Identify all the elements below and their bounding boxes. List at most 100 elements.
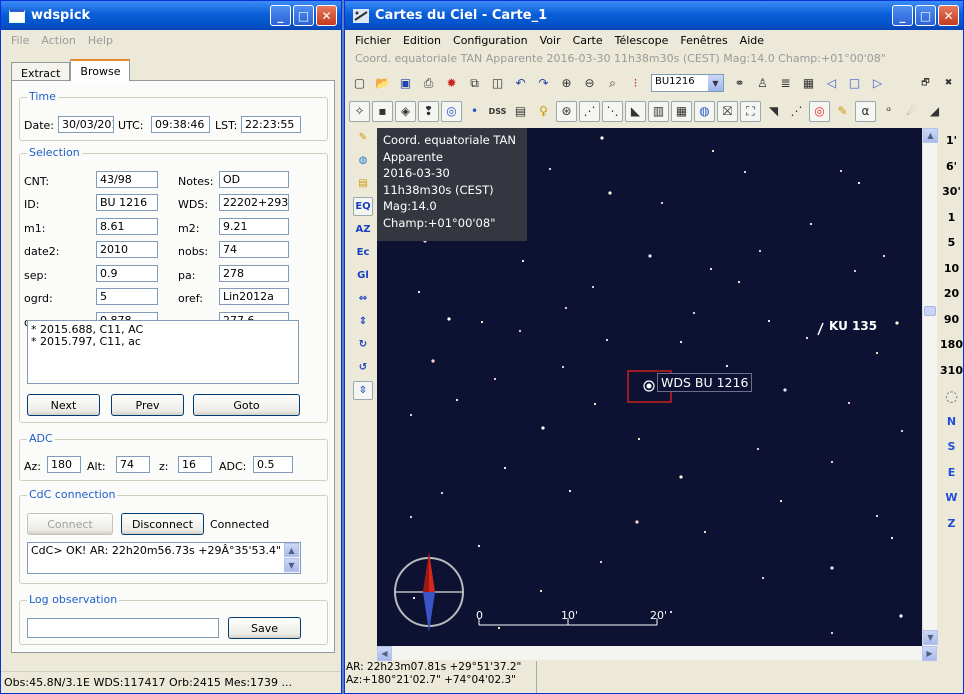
previous-icon[interactable]: ◁ <box>821 73 842 94</box>
settings-icon[interactable]: ✹ <box>441 73 462 94</box>
ecliptic-mode-button[interactable]: Ec <box>353 243 373 262</box>
menu-action[interactable]: Action <box>35 34 81 47</box>
scroll-down-icon[interactable]: ▼ <box>284 558 299 572</box>
horizon-icon[interactable]: ⛝ <box>717 100 738 122</box>
field-value[interactable]: 278 <box>219 265 289 282</box>
greek-labels-icon[interactable]: ᵅ <box>878 101 899 122</box>
z-field[interactable]: 16 <box>178 456 212 473</box>
bulb-icon[interactable]: ♀ <box>533 101 554 122</box>
adc-field[interactable]: 0.5 <box>253 456 293 473</box>
alt-field[interactable]: 74 <box>116 456 150 473</box>
stop-icon[interactable]: □ <box>844 73 865 94</box>
field-value[interactable]: 74 <box>219 241 289 258</box>
flip-horizontal-icon[interactable]: ⇔ <box>353 289 373 308</box>
tab-browse[interactable]: Browse <box>70 59 131 81</box>
notes-icon[interactable]: ▤ <box>353 174 373 193</box>
scroll-down-icon[interactable]: ▼ <box>923 630 938 645</box>
zenith-button[interactable]: Z <box>948 511 956 537</box>
scrollbar-thumb[interactable] <box>924 306 936 316</box>
tab-extract[interactable]: Extract <box>11 62 71 81</box>
image-icon[interactable]: ▤ <box>510 101 531 122</box>
disconnect-button[interactable]: Disconnect <box>121 513 204 535</box>
lst-field[interactable]: 22:23:55 <box>241 116 301 133</box>
planet-icon[interactable]: • <box>464 101 485 122</box>
maximize-button[interactable]: □ <box>915 5 936 26</box>
south-button[interactable]: S <box>948 434 956 460</box>
triangle-icon[interactable]: ◢ <box>924 101 945 122</box>
fov-180deg-button[interactable]: 180 <box>940 332 963 358</box>
eq-grid-icon[interactable]: ▦ <box>671 100 692 122</box>
night-vision-icon[interactable]: ✧ <box>349 100 370 122</box>
satellite-icon[interactable]: ☄ <box>901 101 922 122</box>
search-combo[interactable]: BU1216 ▼ <box>651 74 724 92</box>
menu-configuration[interactable]: Configuration <box>447 34 534 47</box>
zoom-icon[interactable]: ⌕ <box>602 73 623 94</box>
globe-icon[interactable]: ◍ <box>353 151 373 170</box>
date-field[interactable]: 30/03/201( <box>58 116 114 133</box>
new-chart-icon[interactable]: ▢ <box>349 73 370 94</box>
field-value[interactable]: 0.9 <box>96 265 158 282</box>
fov-90deg-button[interactable]: 90 <box>944 307 959 333</box>
scroll-up-icon[interactable]: ▲ <box>284 543 299 557</box>
connect-button[interactable]: Connect <box>27 513 113 535</box>
target-icon[interactable]: ◎ <box>809 100 830 122</box>
az-field[interactable]: 180 <box>47 456 81 473</box>
chevron-down-icon[interactable]: ▼ <box>708 75 723 91</box>
restore-icon[interactable]: 🗗 <box>915 73 936 94</box>
observer-icon[interactable]: ♙ <box>752 73 773 94</box>
print-icon[interactable]: ⎙ <box>418 73 439 94</box>
minimize-button[interactable]: _ <box>270 5 291 26</box>
field-value[interactable]: 43/98 <box>96 171 158 188</box>
menu-telescope[interactable]: Télescope <box>609 34 675 47</box>
nebula-icon[interactable]: ◈ <box>395 100 416 122</box>
sky-chart[interactable]: Coord. equatoriale TAN Apparente 2016-03… <box>377 128 922 646</box>
zoom-out-icon[interactable]: ⊖ <box>579 73 600 94</box>
binoculars-icon[interactable]: ⚭ <box>729 73 750 94</box>
open-folder-icon[interactable]: 📂 <box>372 73 393 94</box>
constellation-boundary-icon[interactable]: ⋱ <box>602 100 623 122</box>
next-icon[interactable]: ▷ <box>867 73 888 94</box>
menu-help[interactable]: Help <box>82 34 119 47</box>
milky-way-icon[interactable]: ◣ <box>625 100 646 122</box>
scroll-right-icon[interactable]: ▶ <box>922 646 937 661</box>
carte-titlebar[interactable]: Cartes du Ciel - Carte_1 _ □ ✕ <box>345 1 963 30</box>
undo-icon[interactable]: ↶ <box>510 73 531 94</box>
galaxy-icon[interactable]: ◎ <box>441 100 462 122</box>
tracks-icon[interactable]: ⋰ <box>786 101 807 122</box>
eq-mode-button[interactable]: EQ <box>353 197 373 216</box>
field-value[interactable]: 22202+2931 <box>219 194 289 211</box>
list-icon[interactable]: ≣ <box>775 73 796 94</box>
fov-6arcmin-button[interactable]: 6' <box>946 154 957 180</box>
wdspick-titlebar[interactable]: wdspick _ □ ✕ <box>1 1 341 30</box>
fov-1deg-button[interactable]: 1 <box>948 205 956 231</box>
comet-icon[interactable]: ❢ <box>418 100 439 122</box>
horizontal-scrollbar[interactable]: ◀ ▶ <box>377 646 937 661</box>
rotate-right-icon[interactable]: ↻ <box>353 335 373 354</box>
field-value[interactable]: Lin2012a <box>219 288 289 305</box>
calendar-icon[interactable]: ▦ <box>798 73 819 94</box>
flip-vertical-icon[interactable]: ⇕ <box>353 312 373 331</box>
asteroid-icon[interactable]: ⊛ <box>556 100 577 122</box>
east-button[interactable]: E <box>948 460 956 486</box>
maximize-button[interactable]: □ <box>293 5 314 26</box>
galactic-mode-button[interactable]: Gl <box>353 266 373 285</box>
field-value[interactable]: 9.21 <box>219 218 289 235</box>
scroll-up-icon[interactable]: ▲ <box>923 128 938 143</box>
north-button[interactable]: N <box>947 409 956 435</box>
dss-icon[interactable]: DSS <box>487 101 508 122</box>
field-value[interactable]: 5 <box>96 288 158 305</box>
menu-aide[interactable]: Aide <box>734 34 770 47</box>
fov-310deg-button[interactable]: 310 <box>940 358 963 384</box>
menu-carte[interactable]: Carte <box>567 34 609 47</box>
field-value[interactable]: 8.61 <box>96 218 158 235</box>
field-value[interactable]: OD <box>219 171 289 188</box>
stars-icon[interactable]: ▪ <box>372 100 393 122</box>
all-sky-icon[interactable]: ◌ <box>945 383 958 409</box>
alpha-icon[interactable]: α <box>855 100 876 122</box>
fov-1arcmin-button[interactable]: 1' <box>946 128 957 154</box>
az-mode-button[interactable]: AZ <box>353 220 373 239</box>
constellation-lines-icon[interactable]: ⋰ <box>579 100 600 122</box>
edit-icon[interactable]: ✎ <box>353 128 373 147</box>
zoom-in-icon[interactable]: ⊕ <box>556 73 577 94</box>
menu-edition[interactable]: Edition <box>397 34 447 47</box>
